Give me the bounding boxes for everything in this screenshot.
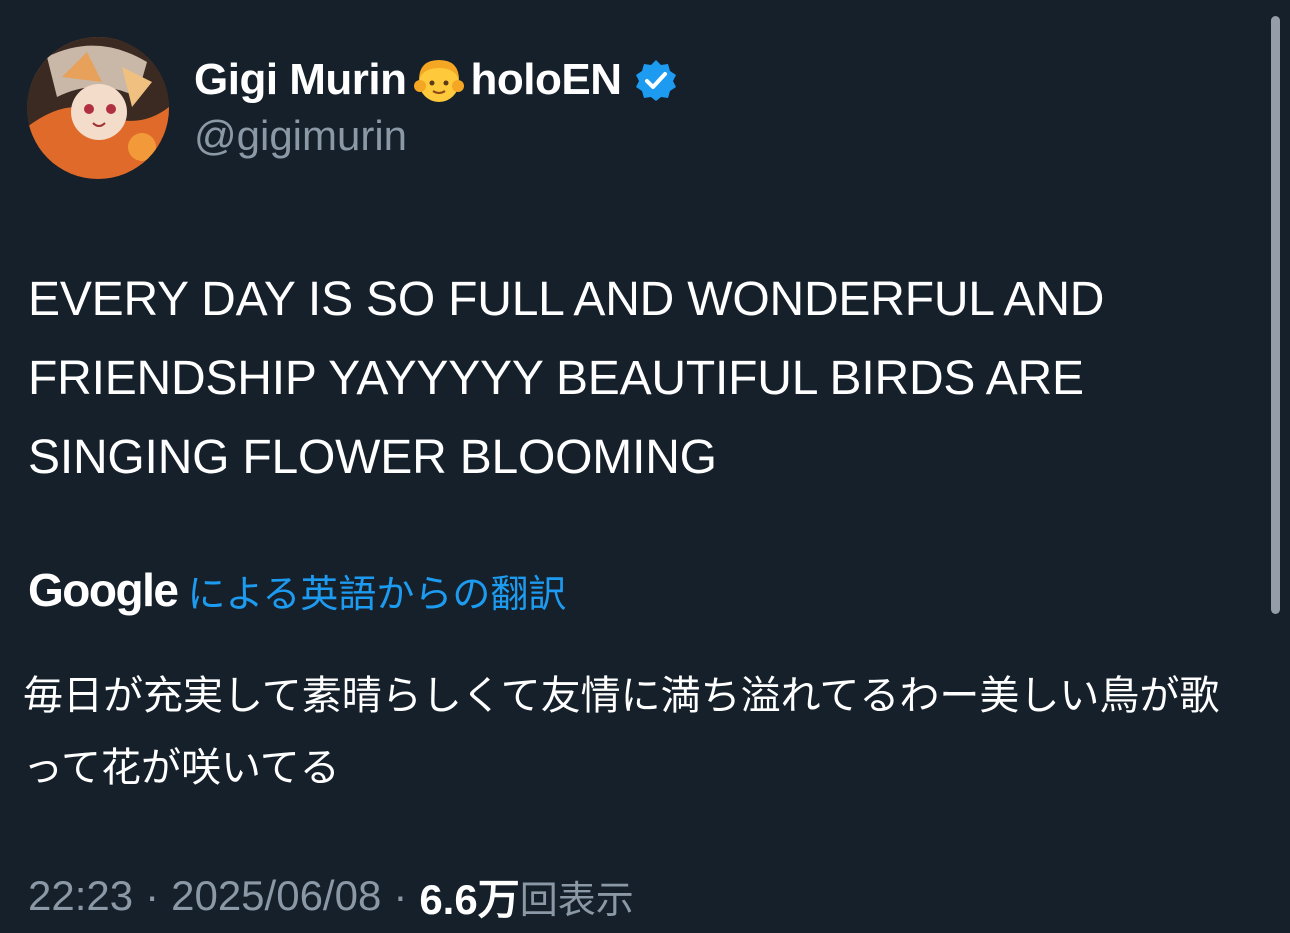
tweet-detail: Gigi Murin holoEN @gigimurin EVERY DAY I…	[0, 0, 1290, 933]
translation-link[interactable]: による英語からの翻訳	[187, 563, 566, 618]
display-name-suffix[interactable]: holoEN	[471, 55, 622, 105]
tweet-date[interactable]: 2025/06/08	[171, 872, 381, 920]
tweet-time[interactable]: 22:23	[28, 872, 133, 920]
meta-separator: ·	[145, 872, 160, 919]
tweet-text: EVERY DAY IS SO FULL AND WONDERFUL AND F…	[28, 273, 1105, 484]
translated-text: 毎日が充実して素晴らしくて友情に満ち溢れてるわー美しい鳥が歌って花が咲いてる	[23, 673, 1220, 791]
tweet-metadata: 22:23 · 2025/06/08 · 6.6万 回表示	[28, 866, 634, 926]
girl-emoji-icon	[411, 52, 467, 108]
meta-separator: ·	[393, 872, 408, 919]
author-handle[interactable]: @gigimurin	[194, 112, 407, 160]
avatar-image	[27, 37, 169, 179]
translation-attribution[interactable]: Google による英語からの翻訳	[28, 560, 566, 620]
author-name-row[interactable]: Gigi Murin holoEN	[194, 50, 678, 110]
scrollbar[interactable]	[1271, 16, 1280, 614]
views-count[interactable]: 6.6万	[419, 866, 519, 927]
google-logo: Google	[28, 564, 179, 616]
views-label: 回表示	[519, 877, 634, 922]
avatar[interactable]	[27, 37, 169, 179]
display-name[interactable]: Gigi Murin	[194, 55, 407, 105]
verified-badge-icon[interactable]	[634, 58, 678, 102]
